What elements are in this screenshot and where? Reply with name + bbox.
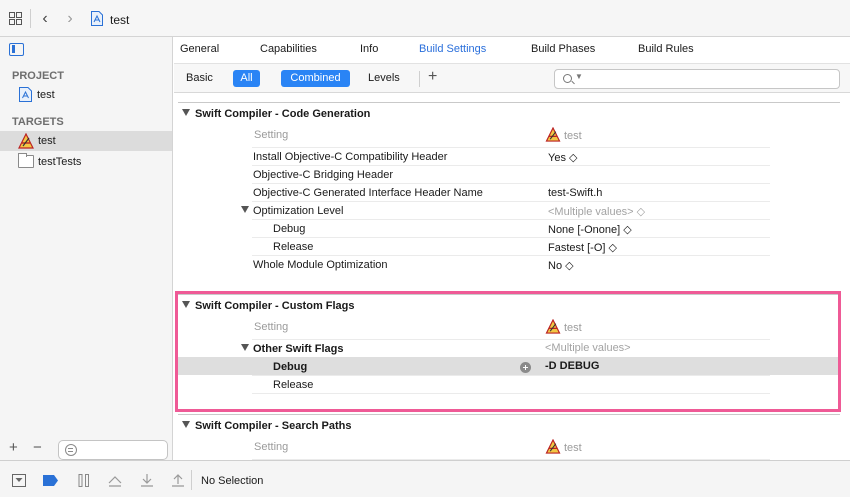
section-header-code-generation[interactable]: Swift Compiler - Code Generation <box>182 108 370 120</box>
setting-label: Whole Module Optimization <box>253 259 388 271</box>
target-item-label: testTests <box>38 156 82 168</box>
back-chevron-icon[interactable]: ‹ <box>37 10 53 28</box>
project-file-icon <box>19 87 32 102</box>
disclosure-triangle-icon[interactable] <box>182 421 190 428</box>
pause-icon[interactable] <box>78 474 90 487</box>
annotation-highlight-box <box>175 291 841 412</box>
setting-label: Install Objective-C Compatibility Header <box>253 151 448 163</box>
breakpoints-icon[interactable] <box>43 474 59 487</box>
filter-divider <box>419 71 420 87</box>
tab-general[interactable]: General <box>180 43 219 55</box>
row-divider <box>252 255 770 256</box>
filter-icon <box>65 444 77 456</box>
all-filter-button[interactable]: All <box>233 70 260 87</box>
section-divider <box>178 102 840 103</box>
disclosure-triangle-icon[interactable] <box>182 109 190 116</box>
target-item-testtests[interactable]: testTests <box>0 152 172 172</box>
breadcrumb-project[interactable]: test <box>110 13 129 27</box>
section-header-search-paths[interactable]: Swift Compiler - Search Paths <box>182 420 351 432</box>
add-setting-button[interactable]: + <box>428 69 437 85</box>
sidebar-footer: + − <box>0 437 172 460</box>
step-out-icon[interactable] <box>171 474 185 487</box>
setting-value[interactable]: <Multiple values> ◇ <box>548 205 645 218</box>
jump-bar: ‹ › test <box>0 0 850 37</box>
disclosure-triangle-icon[interactable] <box>241 206 249 213</box>
tab-build-settings[interactable]: Build Settings <box>419 43 486 55</box>
project-item[interactable]: test <box>12 86 172 104</box>
levels-view-button[interactable]: Levels <box>368 72 400 84</box>
setting-value[interactable]: No ◇ <box>548 259 574 272</box>
related-items-grid-icon[interactable] <box>9 12 22 25</box>
setting-label-optimization-level[interactable]: Optimization Level <box>241 205 344 217</box>
tab-build-phases[interactable]: Build Phases <box>531 43 595 55</box>
combined-view-button[interactable]: Combined <box>281 70 350 87</box>
sidebar-toggle-icon[interactable] <box>9 43 24 56</box>
hide-debug-area-icon[interactable] <box>12 474 26 487</box>
settings-search-input[interactable]: ▼ <box>554 69 840 89</box>
targets-section-header: TARGETS <box>12 116 64 128</box>
debug-status-text: No Selection <box>201 475 264 487</box>
setting-label: Objective-C Bridging Header <box>253 169 394 181</box>
setting-value[interactable]: Yes ◇ <box>548 151 577 164</box>
remove-target-button[interactable]: − <box>33 440 42 455</box>
tab-capabilities[interactable]: Capabilities <box>260 43 317 55</box>
app-target-icon <box>545 127 561 142</box>
project-navigator: PROJECT test TARGETS test testTests + − <box>0 37 173 460</box>
editor-tabs: General Capabilities Info Build Settings… <box>174 37 850 62</box>
row-divider <box>252 237 770 238</box>
debug-bar-divider <box>191 470 192 490</box>
toolbar-divider <box>30 9 31 28</box>
target-column-header: test <box>545 127 582 142</box>
step-into-icon[interactable] <box>140 474 154 487</box>
setting-column-header: Setting <box>254 129 289 141</box>
setting-label: Objective-C Generated Interface Header N… <box>253 187 483 199</box>
settings-filter-bar: Basic All Combined Levels + ▼ <box>174 63 850 93</box>
project-section-header: PROJECT <box>12 70 64 82</box>
basic-filter-button[interactable]: Basic <box>186 72 213 84</box>
setting-value[interactable]: Fastest [-O] ◇ <box>548 241 617 254</box>
debug-bar: No Selection <box>0 460 850 497</box>
setting-value[interactable]: test-Swift.h <box>548 187 602 199</box>
build-settings-editor: Swift Compiler - Code Generation Setting… <box>174 94 850 460</box>
tab-build-rules[interactable]: Build Rules <box>638 43 694 55</box>
tab-info[interactable]: Info <box>360 43 378 55</box>
setting-value[interactable]: None [-Onone] ◇ <box>548 223 632 236</box>
forward-chevron-icon[interactable]: › <box>62 10 78 28</box>
app-target-icon <box>18 133 34 149</box>
row-divider <box>252 147 770 148</box>
section-divider <box>178 414 840 415</box>
row-divider <box>252 165 770 166</box>
sidebar-filter-field[interactable] <box>58 440 168 460</box>
target-item-label: test <box>38 135 56 147</box>
row-divider <box>252 183 770 184</box>
setting-column-header: Setting <box>254 441 289 453</box>
step-over-icon[interactable] <box>108 474 122 487</box>
test-bundle-icon <box>18 153 34 168</box>
target-column-header: test <box>545 439 582 454</box>
target-item-test[interactable]: test <box>0 131 172 151</box>
row-divider <box>252 219 770 220</box>
project-item-label: test <box>37 89 55 101</box>
setting-label: Debug <box>273 223 306 235</box>
add-target-button[interactable]: + <box>9 440 18 455</box>
row-divider <box>252 201 770 202</box>
search-icon <box>563 74 572 83</box>
project-file-icon <box>91 11 103 26</box>
setting-label: Release <box>273 241 314 253</box>
app-target-icon <box>545 439 561 454</box>
search-options-chevron-icon[interactable]: ▼ <box>575 72 583 81</box>
